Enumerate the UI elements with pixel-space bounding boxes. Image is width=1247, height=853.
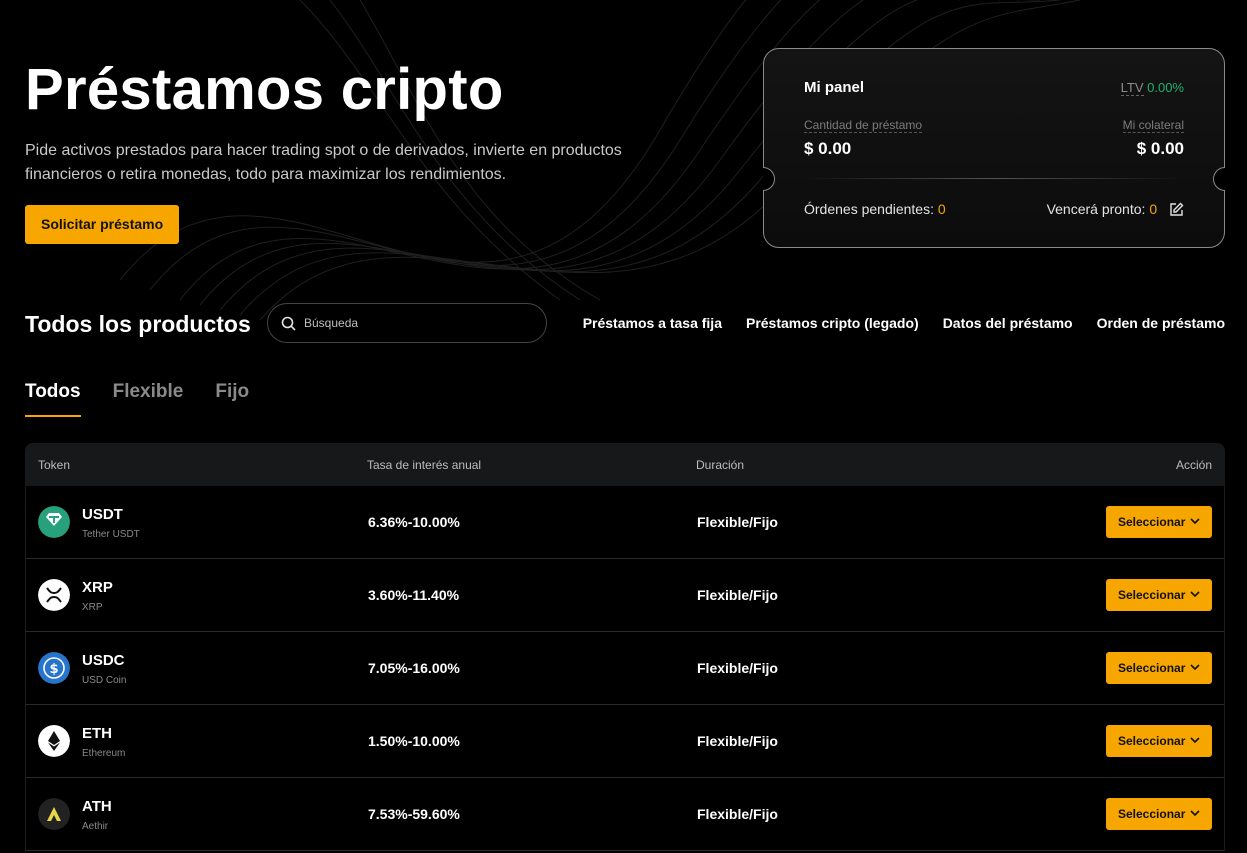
my-panel-card: Mi panel LTV 0.00% Cantidad de préstamo … xyxy=(763,48,1225,248)
search-icon xyxy=(281,316,296,331)
token-name: XRP xyxy=(82,602,103,613)
usdt-icon xyxy=(38,506,70,538)
products-table: Token Tasa de interés anual Duración Acc… xyxy=(25,443,1225,851)
select-button[interactable]: Seleccionar xyxy=(1106,506,1212,538)
table-row: $ USDC USD Coin 7.05%-16.00% Flexible/Fi… xyxy=(25,632,1225,705)
token-name: USD Coin xyxy=(82,675,127,686)
link-legacy-crypto-loans[interactable]: Préstamos cripto (legado) xyxy=(746,315,919,331)
product-tabs: Todos Flexible Fijo xyxy=(25,381,249,417)
tab-all[interactable]: Todos xyxy=(25,381,81,417)
collateral-label[interactable]: Mi colateral xyxy=(1122,118,1184,133)
table-row: USDT Tether USDT 6.36%-10.00% Flexible/F… xyxy=(25,486,1225,559)
panel-divider xyxy=(804,178,1184,179)
select-button[interactable]: Seleccionar xyxy=(1106,798,1212,830)
chevron-down-icon xyxy=(1190,591,1200,598)
expiring-soon-value: 0 xyxy=(1149,201,1158,217)
request-loan-button[interactable]: Solicitar préstamo xyxy=(25,205,180,244)
header-token: Token xyxy=(38,458,71,472)
page-title: Préstamos cripto xyxy=(25,57,504,122)
select-button-label: Seleccionar xyxy=(1118,661,1186,675)
token-symbol: XRP xyxy=(82,579,113,596)
table-row: XRP XRP 3.60%-11.40% Flexible/Fijo Selec… xyxy=(25,559,1225,632)
chevron-down-icon xyxy=(1190,518,1200,525)
panel-title: Mi panel xyxy=(804,79,865,96)
header-duration: Duración xyxy=(696,458,745,472)
xrp-icon xyxy=(38,579,70,611)
search-placeholder: Búsqueda xyxy=(304,316,359,330)
interest-rate: 3.60%-11.40% xyxy=(368,587,460,603)
select-button-label: Seleccionar xyxy=(1118,734,1186,748)
interest-rate: 1.50%-10.00% xyxy=(368,733,460,749)
all-products-title: Todos los productos xyxy=(25,311,251,337)
interest-rate: 7.05%-16.00% xyxy=(368,660,460,676)
loan-amount-label[interactable]: Cantidad de préstamo xyxy=(804,118,923,133)
interest-rate: 7.53%-59.60% xyxy=(368,806,460,822)
table-row: ETH Ethereum 1.50%-10.00% Flexible/Fijo … xyxy=(25,705,1225,778)
tab-fixed[interactable]: Fijo xyxy=(215,381,249,417)
interest-rate: 6.36%-10.00% xyxy=(368,514,460,530)
hero-section: Préstamos cripto Pide activos prestados … xyxy=(25,55,665,244)
pending-orders-label: Órdenes pendientes: xyxy=(804,201,934,217)
select-button-label: Seleccionar xyxy=(1118,807,1186,821)
link-loan-orders[interactable]: Orden de préstamo xyxy=(1097,315,1225,331)
token-name: Aethir xyxy=(82,821,109,832)
token-symbol: USDT xyxy=(82,506,123,523)
expiring-soon-label: Vencerá pronto: xyxy=(1046,201,1146,217)
select-button-label: Seleccionar xyxy=(1118,588,1186,602)
pending-orders[interactable]: Órdenes pendientes: 0 xyxy=(804,201,946,217)
ltv-value: 0.00% xyxy=(1147,80,1184,95)
hero-description: Pide activos prestados para hacer tradin… xyxy=(25,142,622,183)
duration: Flexible/Fijo xyxy=(697,587,778,603)
chevron-down-icon xyxy=(1190,737,1200,744)
header-rate: Tasa de interés anual xyxy=(367,458,482,472)
ltv-label: LTV xyxy=(1120,80,1144,96)
select-button-label: Seleccionar xyxy=(1118,515,1186,529)
duration: Flexible/Fijo xyxy=(697,806,778,822)
product-links: Préstamos a tasa fija Préstamos cripto (… xyxy=(583,315,1225,331)
duration: Flexible/Fijo xyxy=(697,733,778,749)
token-symbol: ATH xyxy=(82,798,112,815)
table-header: Token Tasa de interés anual Duración Acc… xyxy=(25,443,1225,486)
ath-icon xyxy=(38,798,70,830)
token-name: Ethereum xyxy=(82,748,126,759)
card-notch-right xyxy=(1213,167,1225,191)
tab-flexible[interactable]: Flexible xyxy=(113,381,184,417)
header-action: Acción xyxy=(1175,458,1212,472)
chevron-down-icon xyxy=(1190,664,1200,671)
token-symbol: USDC xyxy=(82,652,125,669)
link-loan-data[interactable]: Datos del préstamo xyxy=(943,315,1073,331)
select-button[interactable]: Seleccionar xyxy=(1106,579,1212,611)
select-button[interactable]: Seleccionar xyxy=(1106,652,1212,684)
table-row: ATH Aethir 7.53%-59.60% Flexible/Fijo Se… xyxy=(25,778,1225,851)
select-button[interactable]: Seleccionar xyxy=(1106,725,1212,757)
eth-icon xyxy=(38,725,70,757)
svg-text:$: $ xyxy=(49,662,58,677)
ltv-indicator[interactable]: LTV 0.00% xyxy=(1120,80,1184,96)
pending-orders-value: 0 xyxy=(937,201,946,217)
usdc-icon: $ xyxy=(38,652,70,684)
link-fixed-rate-loans[interactable]: Préstamos a tasa fija xyxy=(583,315,722,331)
expiring-soon[interactable]: Vencerá pronto: 0 xyxy=(1047,201,1184,220)
chevron-down-icon xyxy=(1190,810,1200,817)
token-name: Tether USDT xyxy=(82,529,140,540)
card-notch-left xyxy=(763,167,775,191)
search-input[interactable]: Búsqueda xyxy=(267,303,547,343)
collateral-value: $ 0.00 xyxy=(1136,139,1184,158)
duration: Flexible/Fijo xyxy=(697,514,778,530)
token-symbol: ETH xyxy=(82,725,112,742)
edit-icon[interactable] xyxy=(1169,202,1184,220)
duration: Flexible/Fijo xyxy=(697,660,778,676)
loan-amount-value: $ 0.00 xyxy=(804,139,852,158)
